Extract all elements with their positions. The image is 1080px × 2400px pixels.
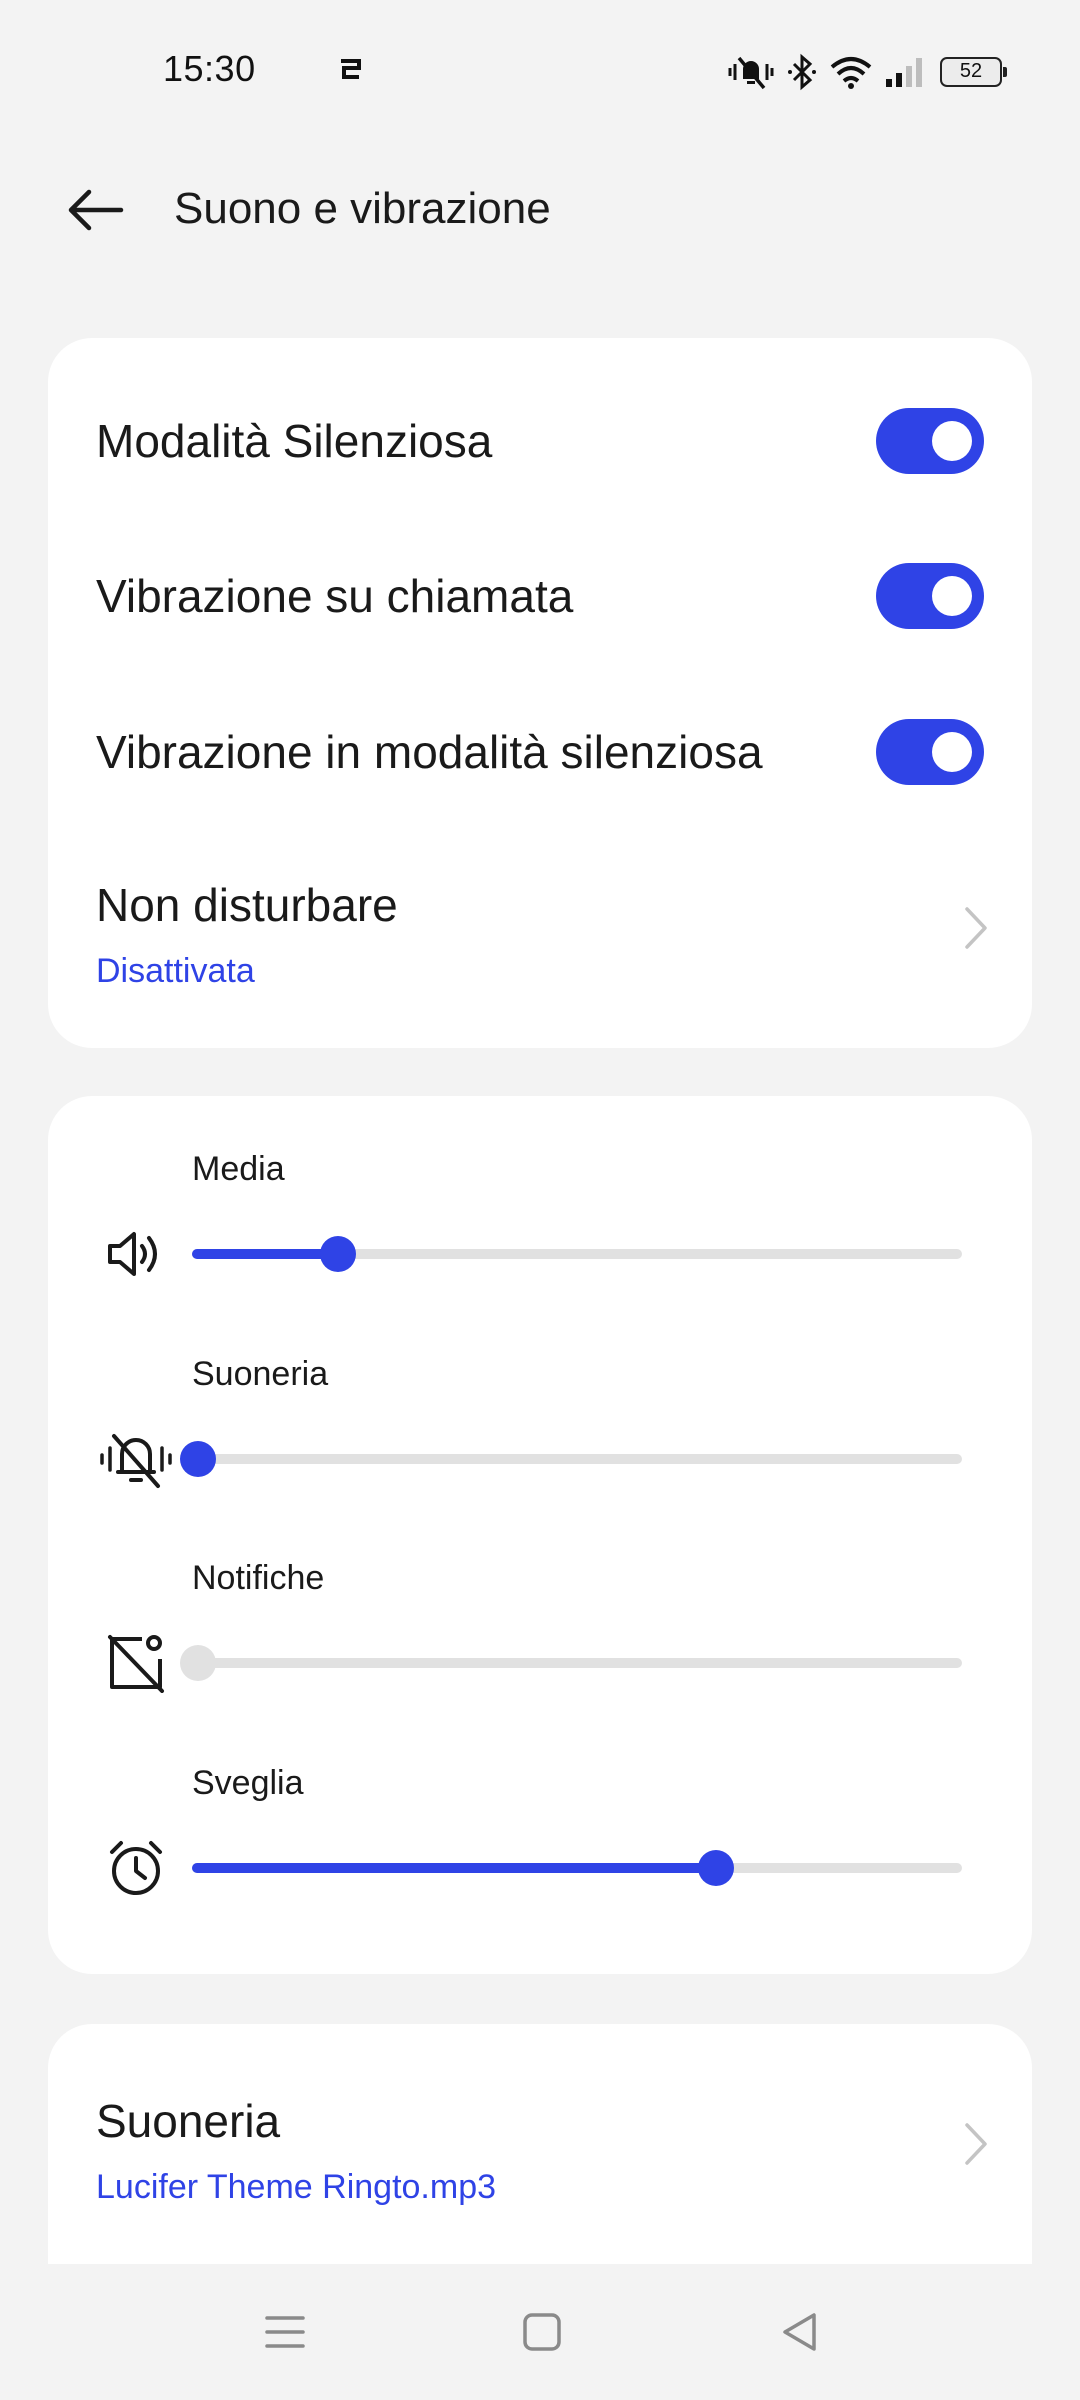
- top-bar: Suono e vibrazione: [0, 160, 1080, 260]
- arrow-left-icon: [68, 189, 124, 231]
- wifi-icon: [828, 54, 874, 90]
- volume-alarm: Sveglia: [48, 1710, 1032, 1910]
- ringtone-title: Suoneria: [96, 2095, 281, 2147]
- do-not-disturb-status: Disattivata: [96, 952, 255, 990]
- slider-thumb[interactable]: [698, 1850, 734, 1886]
- volume-ringer: Suoneria: [48, 1301, 1032, 1501]
- menu-icon[interactable]: [255, 2304, 315, 2360]
- media-volume-slider[interactable]: [192, 1236, 962, 1272]
- volume-card: Media Suoneria Notifiche Sveglia: [48, 1096, 1032, 1974]
- speaker-icon[interactable]: [98, 1220, 174, 1288]
- slider-thumb[interactable]: [180, 1645, 216, 1681]
- volume-notifications: Notifiche: [48, 1505, 1032, 1705]
- volume-media: Media: [48, 1096, 1032, 1296]
- do-not-disturb-title: Non disturbare: [96, 879, 398, 931]
- toggle-label: Vibrazione in modalità silenziosa: [96, 726, 763, 778]
- toggle-label: Vibrazione su chiamata: [96, 570, 574, 622]
- battery-icon: 52: [940, 57, 1007, 87]
- ringer-volume-slider[interactable]: [180, 1441, 962, 1477]
- page-title: Suono e vibrazione: [174, 184, 551, 233]
- ringtone-row[interactable]: Suoneria Lucifer Theme Ringto.mp3: [48, 2064, 1032, 2224]
- slider-thumb[interactable]: [180, 1441, 216, 1477]
- silent-mode-card: Modalità Silenziosa Vibrazione su chiama…: [48, 338, 1032, 1048]
- alarm-clock-icon[interactable]: [98, 1834, 174, 1902]
- volume-label: Notifiche: [192, 1559, 325, 1597]
- slider-fill: [192, 1249, 338, 1259]
- slider-track: [192, 1454, 962, 1464]
- status-bar: 15:30 52: [0, 0, 1080, 140]
- volume-label: Sveglia: [192, 1764, 304, 1802]
- status-time: 15:30: [163, 48, 256, 89]
- ringtone-card: Suoneria Lucifer Theme Ringto.mp3: [48, 2024, 1032, 2264]
- slider-fill: [192, 1863, 716, 1873]
- do-not-disturb-row[interactable]: Non disturbare Disattivata: [48, 848, 1032, 1008]
- signal-icon: [884, 55, 930, 89]
- back-button[interactable]: [52, 180, 138, 240]
- notification-volume-slider[interactable]: [180, 1645, 962, 1681]
- notification-muted-icon[interactable]: [98, 1629, 174, 1697]
- switch-knob: [932, 576, 972, 616]
- slider-track: [192, 1658, 962, 1668]
- ringer-muted-icon[interactable]: [98, 1425, 174, 1493]
- toggle-row-vibrate-in-silent[interactable]: Vibrazione in modalità silenziosa: [48, 687, 1032, 817]
- switch-knob: [932, 732, 972, 772]
- chevron-right-icon: [965, 2123, 987, 2165]
- vibrate-mute-icon: [726, 52, 776, 92]
- volume-label: Suoneria: [192, 1355, 329, 1393]
- back-triangle-icon[interactable]: [770, 2304, 830, 2360]
- home-icon[interactable]: [512, 2304, 572, 2360]
- alarm-volume-slider[interactable]: [192, 1850, 962, 1886]
- notification-icon: [338, 58, 362, 80]
- vibrate-on-call-switch[interactable]: [876, 563, 984, 629]
- ringtone-value: Lucifer Theme Ringto.mp3: [96, 2168, 497, 2206]
- volume-label: Media: [192, 1150, 285, 1188]
- vibrate-in-silent-switch[interactable]: [876, 719, 984, 785]
- system-navigation-bar: [0, 2264, 1080, 2400]
- silent-mode-switch[interactable]: [876, 408, 984, 474]
- toggle-row-vibrate-on-call[interactable]: Vibrazione su chiamata: [48, 531, 1032, 661]
- toggle-label: Modalità Silenziosa: [96, 415, 493, 467]
- toggle-row-silent-mode[interactable]: Modalità Silenziosa: [48, 376, 1032, 506]
- status-icons: 52: [726, 50, 1007, 94]
- chevron-right-icon: [965, 907, 987, 949]
- slider-thumb[interactable]: [320, 1236, 356, 1272]
- switch-knob: [932, 421, 972, 461]
- bluetooth-icon: [786, 53, 818, 91]
